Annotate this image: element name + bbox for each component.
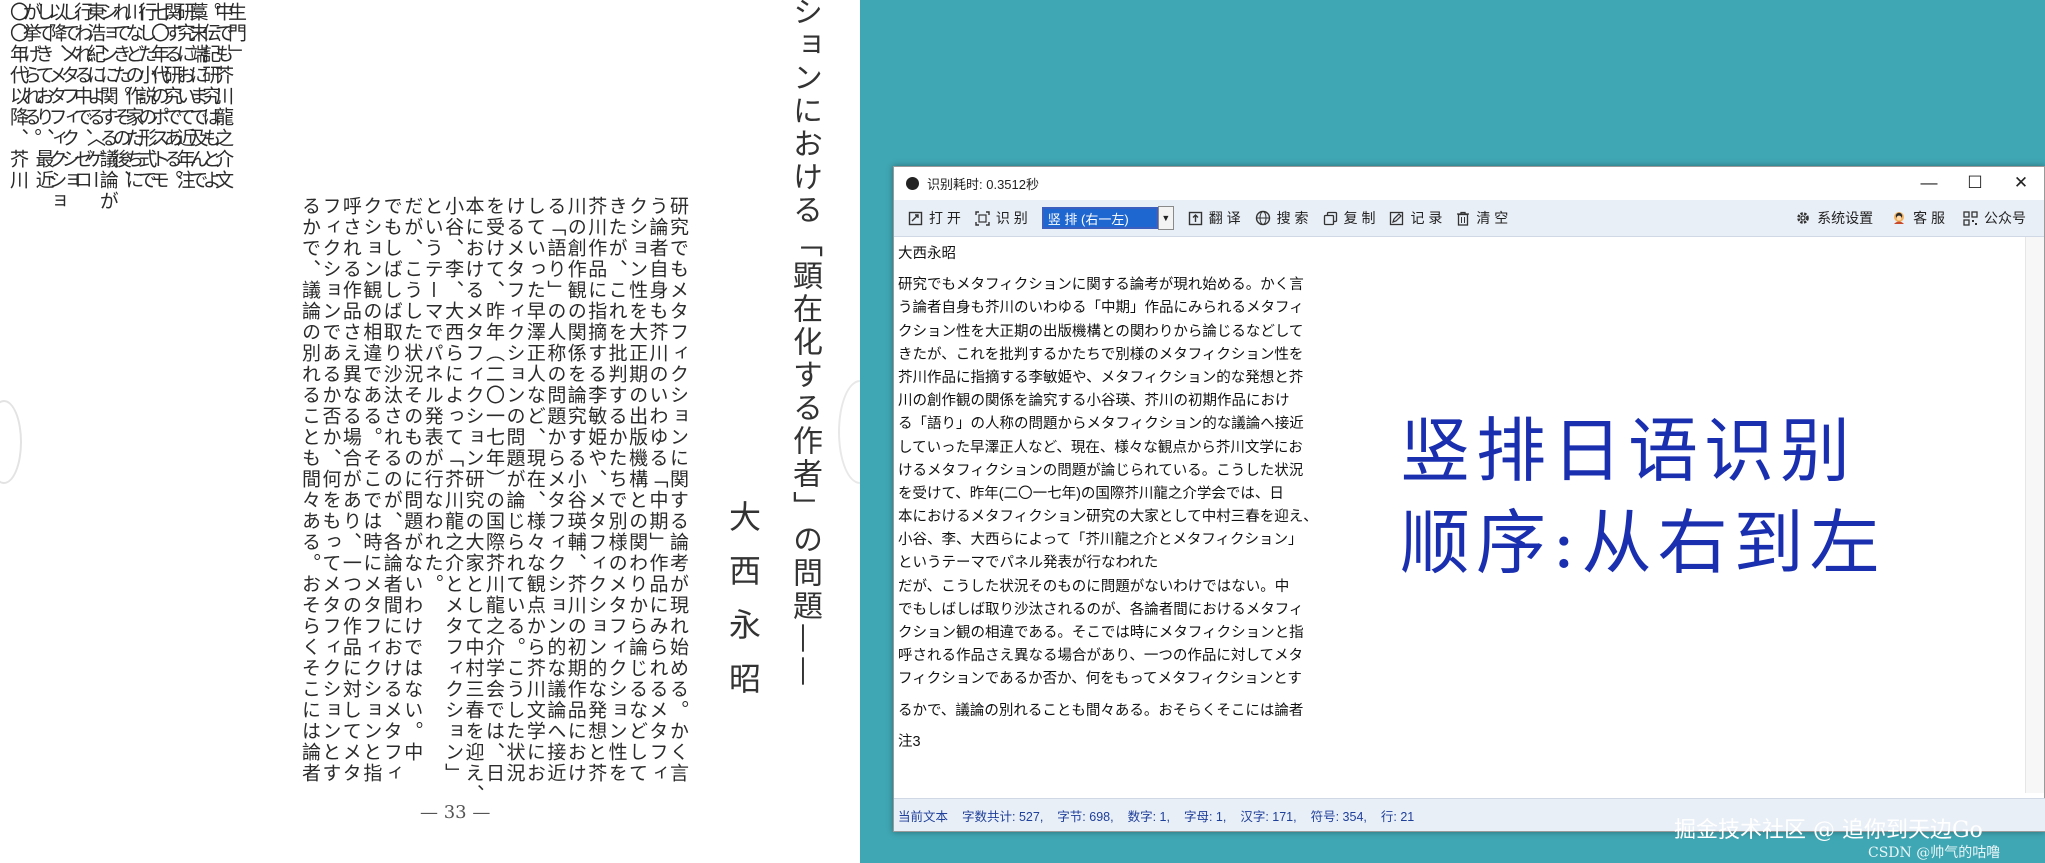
author-name: 大西永昭	[724, 500, 762, 716]
right-page-column: る「語り」の人称の問題からメタフィクション的な議論へ接近	[544, 196, 567, 784]
page-curl-decoration	[838, 380, 860, 484]
globe-icon	[1255, 210, 1270, 226]
record-button-label: 记 录	[1410, 210, 1443, 226]
support-button[interactable]: 客 服	[1891, 208, 1945, 228]
right-page-column: きたが、これを批判するかたちで別様のメタフィクション性を	[605, 196, 628, 784]
page-curl-decoration	[0, 400, 22, 484]
status-line-count: 行: 21	[1380, 809, 1415, 824]
overlay-caption-line: 竖排日语识别	[1400, 410, 1856, 492]
recognize-button[interactable]: 识 别	[975, 208, 1028, 228]
search-button[interactable]: 搜 索	[1255, 208, 1309, 228]
right-page-column: 研究でもメタフィクションに関する論考が現れ始める。かく言	[667, 196, 689, 784]
edit-icon	[1390, 211, 1404, 225]
status-symbol-count: 符号: 354,	[1310, 809, 1367, 824]
gear-icon	[1797, 212, 1809, 224]
right-page-column: クション性を大正期の出版機構との関わりから論じるなどして	[626, 196, 649, 784]
left-page-column: 〇〇年代以降、芥川	[7, 2, 29, 191]
app-icon	[906, 176, 919, 190]
recognized-text-line: フィクションであるか否か、何をもってメタフィクションとす	[898, 671, 1302, 688]
recognized-text-line: きたが、これを批判するかたちで別様のメタフィクション性を	[898, 346, 1304, 363]
minimize-button[interactable]: —	[1906, 167, 1952, 199]
right-page-column: 呼される作品さえ異なる場合があり、一つの作品に対してメタ	[339, 196, 362, 784]
page-number: — 33 —	[420, 802, 491, 823]
open-button[interactable]: 打 开	[908, 208, 961, 228]
overlay-caption-line: 顺序:从右到左	[1400, 502, 1886, 584]
maximize-button[interactable]: ☐	[1952, 167, 1998, 199]
recognized-text-line: 呼される作品さえ異なる場合があり、一つの作品に対してメタ	[898, 648, 1303, 665]
close-button[interactable]: ✕	[1998, 167, 2044, 199]
recognized-text-line	[898, 692, 2018, 700]
overlay-caption: 竖排日语识别 顺序:从右到左	[1400, 405, 1886, 589]
recognized-text-line: 研究でもメタフィクションに関する論考が現れ始める。かく言	[898, 277, 1304, 294]
status-label: 当前文本	[898, 809, 949, 824]
right-page-column: 川の創作観の関係を論究する小谷瑛輔、芥川の初期作品におけ	[564, 196, 587, 784]
layout-mode-value: 竖 排 (右一左)	[1041, 207, 1158, 229]
juejin-watermark: 掘金技术社区 @ 追你到天边Go	[1674, 818, 1983, 843]
chapter-title: ションにおける「顕在化する作者」の問題——	[787, 0, 822, 689]
right-page-column: 本におけるメタフィクション研究の大家として中村三春を迎え、	[462, 196, 485, 805]
recognized-text-line: 注3	[898, 733, 921, 750]
recognize-button-label: 识 别	[995, 210, 1028, 226]
copy-button[interactable]: 复 制	[1323, 208, 1376, 228]
text-scrollbar[interactable]	[2025, 237, 2044, 793]
settings-button[interactable]: 系统设置	[1795, 208, 1873, 228]
recognized-text-line	[898, 266, 2018, 274]
scanned-book-page: 生門」 中でも芥川龍之介文 。伝記研究はもとよ 藁末端にまで及んで 研究において近年注関…	[0, 0, 860, 863]
translate-icon	[1188, 211, 1202, 225]
csdn-watermark: CSDN @帅气的咕噜	[1868, 845, 2001, 861]
right-page-column: を受けて、昨年（二〇一七年）の国際芥川龍之介学会では、日	[483, 196, 505, 784]
open-button-label: 打 开	[929, 210, 961, 226]
settings-button-label: 系统设置	[1817, 210, 1874, 226]
recognized-text-line: るかで、議論の別れることも間々ある。おそらくそこには論者	[898, 702, 1304, 719]
right-page-column: 芥川作品に指摘する李敏姫や、メタフィクション的な発想と芥	[585, 196, 608, 784]
scan-frame-icon	[975, 210, 990, 226]
trash-icon	[1457, 211, 1470, 226]
recognized-text-line: 芥川作品に指摘する李敏姫や、メタフィクション的な発想と芥	[898, 369, 1304, 386]
support-button-label: 客 服	[1913, 210, 1945, 226]
chevron-down-icon[interactable]: ▼	[1157, 206, 1174, 230]
right-page-column: う論者自身も芥川のいわゆる「中期」作品にみられるメタフィ	[646, 196, 669, 784]
clear-button-label: 清 空	[1476, 210, 1509, 226]
right-page-column: だが、こうした状況そのものに問題がないわけではない。中	[401, 196, 424, 763]
right-page-column: 小谷、李、大西らによって「芥川龍之介とメタフィクション」	[442, 196, 465, 784]
recognized-text-line: う論者自身も芥川のいわゆる「中期」作品にみられるメタフィ	[898, 300, 1304, 317]
layout-mode-select[interactable]: 竖 排 (右一左) ▼	[1041, 206, 1174, 230]
window-title: 识别耗时: 0.3512秒	[927, 176, 1039, 192]
translate-button[interactable]: 翻 译	[1188, 208, 1241, 228]
recognized-text-line: クション性を大正期の出版機構との関わりから論じるなどして	[898, 323, 1304, 340]
status-char-count: 字数共计: 527,	[962, 809, 1044, 824]
status-letter-count: 字母: 1,	[1183, 809, 1227, 824]
record-button[interactable]: 记 录	[1389, 208, 1442, 228]
clear-button[interactable]: 清 空	[1456, 208, 1508, 228]
right-page-column: クション観の相違である。そこでは時にメタフィクションと指	[360, 196, 383, 784]
right-page-column: していった早澤正人など、現在、様々な観点から芥川文学にお	[523, 196, 546, 784]
status-digit-count: 数字: 1,	[1127, 809, 1170, 824]
qr-code-icon	[1963, 210, 1978, 226]
official-account-button[interactable]: 公众号	[1963, 208, 2026, 228]
translate-button-label: 翻 译	[1208, 210, 1241, 226]
search-button-label: 搜 索	[1276, 210, 1309, 226]
copy-button-label: 复 制	[1343, 210, 1376, 226]
recognized-text-line	[898, 723, 2018, 731]
title-bar[interactable]: 识别耗时: 0.3512秒 — ☐ ✕	[894, 167, 2044, 199]
right-page-column: というテーマでパネル発表が行なわれた。	[421, 196, 444, 595]
toolbar: 打 开 识 别 竖 排 (右一左) ▼ 翻 译 搜 索 复 制 记 录 清 空	[894, 200, 2044, 237]
recognized-text-line: クション観の相違である。そこでは時にメタフィクションと指	[898, 625, 1304, 641]
status-byte-count: 字节: 698,	[1057, 809, 1114, 824]
open-file-icon	[908, 211, 923, 225]
recognized-text-line: 大西永昭	[898, 246, 956, 262]
right-page-column: でもしばしば取り沙汰されるのが、各論者間におけるメタフィ	[380, 196, 403, 784]
right-page-column: フィクションであるか否か、何をもってメタフィクションとす	[319, 196, 342, 784]
support-agent-icon	[1894, 212, 1905, 224]
status-hanzi-count: 汉字: 171,	[1240, 809, 1297, 824]
copy-icon	[1323, 211, 1337, 225]
official-account-button-label: 公众号	[1984, 210, 2026, 226]
right-page-column: けるメタフィクションの問題が論じられている。こうした状況	[503, 196, 526, 784]
right-page-column: るかで、議論の別れることも間々ある。おそらくそこには論者	[299, 196, 321, 784]
recognized-text-line: でもしばしば取り沙汰されるのが、各論者間におけるメタフィ	[898, 601, 1304, 618]
